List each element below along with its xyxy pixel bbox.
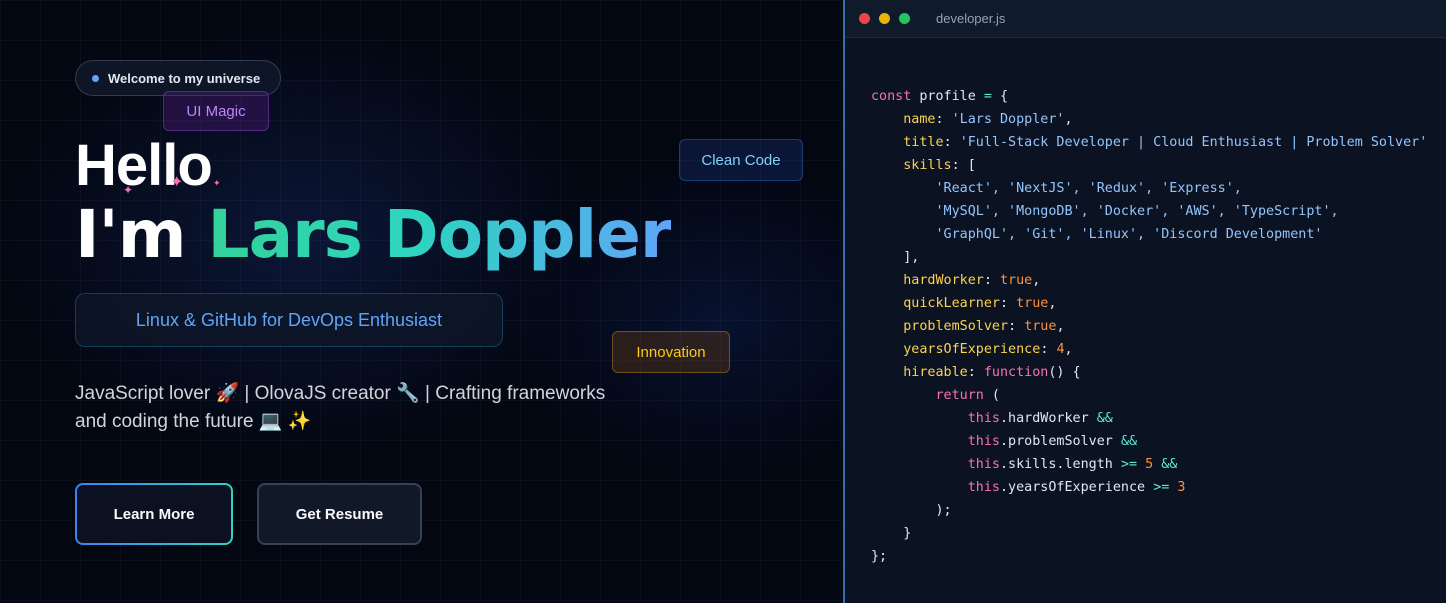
editor-filename: developer.js [936, 11, 1006, 26]
code-line: this.yearsOfExperience >= 3 [967, 480, 1186, 495]
code-line: ); [871, 503, 952, 518]
hero-description: JavaScript lover 🚀 | OlovaJS creator 🔧 |… [75, 380, 655, 436]
sparkle-icon: ✦ [123, 183, 134, 197]
status-dot-icon [92, 74, 99, 82]
code-line: ], [871, 250, 920, 265]
code-line: quickLearner: true, [903, 296, 1057, 311]
code-line: } [871, 526, 912, 541]
code-line: title: 'Full-Stack Developer | Cloud Ent… [903, 135, 1428, 150]
tagline-box: Linux & GitHub for DevOps Enthusiast [75, 293, 503, 347]
tagline-text: Linux & GitHub for DevOps Enthusiast [135, 309, 443, 330]
code-line: this.hardWorker && [967, 411, 1113, 426]
hero-name: Lars Doppler [207, 196, 673, 273]
code-line: 'React', 'NextJS', 'Redux', 'Express', [935, 181, 1242, 196]
close-dot-icon [859, 13, 870, 24]
code-line: this.problemSolver && [967, 434, 1138, 449]
get-resume-button[interactable]: Get Resume [257, 483, 422, 545]
code-line: return ( [935, 388, 1001, 403]
code-line: this.skills.length >= 5 && [967, 457, 1178, 472]
sparkle-icon: ✦ [170, 174, 184, 191]
editor-titlebar: developer.js [845, 0, 1446, 38]
code-block: const profile = { name: 'Lars Doppler', … [871, 85, 1427, 568]
hero-title-prefix: I'm [75, 196, 208, 273]
code-line: hireable: function() { [903, 365, 1081, 380]
code-line: }; [871, 549, 888, 564]
sparkle-icon: ✦ [213, 178, 221, 188]
learn-more-button[interactable]: Learn More [75, 483, 233, 545]
code-line: 'MySQL', 'MongoDB', 'Docker', 'AWS', 'Ty… [935, 204, 1339, 219]
chip-clean-code: Clean Code [679, 139, 803, 181]
hero-greeting: Hello [75, 133, 213, 198]
code-line: 'GraphQL', 'Git', 'Linux', 'Discord Deve… [935, 227, 1323, 242]
chip-ui-magic: UI Magic [163, 91, 269, 131]
code-line: yearsOfExperience: 4, [903, 342, 1073, 357]
minimize-dot-icon [879, 13, 890, 24]
code-line: problemSolver: true, [903, 319, 1065, 334]
code-line: const profile = { [871, 89, 1009, 104]
description-line-2: and coding the future 💻 ✨ [75, 411, 312, 432]
code-line: name: 'Lars Doppler', [903, 112, 1073, 127]
welcome-text: Welcome to my universe [108, 70, 261, 86]
maximize-dot-icon [899, 13, 910, 24]
hero-title: I'm Lars Doppler [75, 196, 673, 273]
description-line-1: JavaScript lover 🚀 | OlovaJS creator 🔧 |… [75, 383, 606, 404]
chip-innovation: Innovation [612, 331, 730, 373]
code-editor-window: developer.js const profile = { name: 'La… [843, 0, 1446, 603]
code-line: hardWorker: true, [903, 273, 1041, 288]
code-line: skills: [ [903, 158, 976, 173]
page: Welcome to my universe UI Magic Clean Co… [0, 0, 1446, 603]
